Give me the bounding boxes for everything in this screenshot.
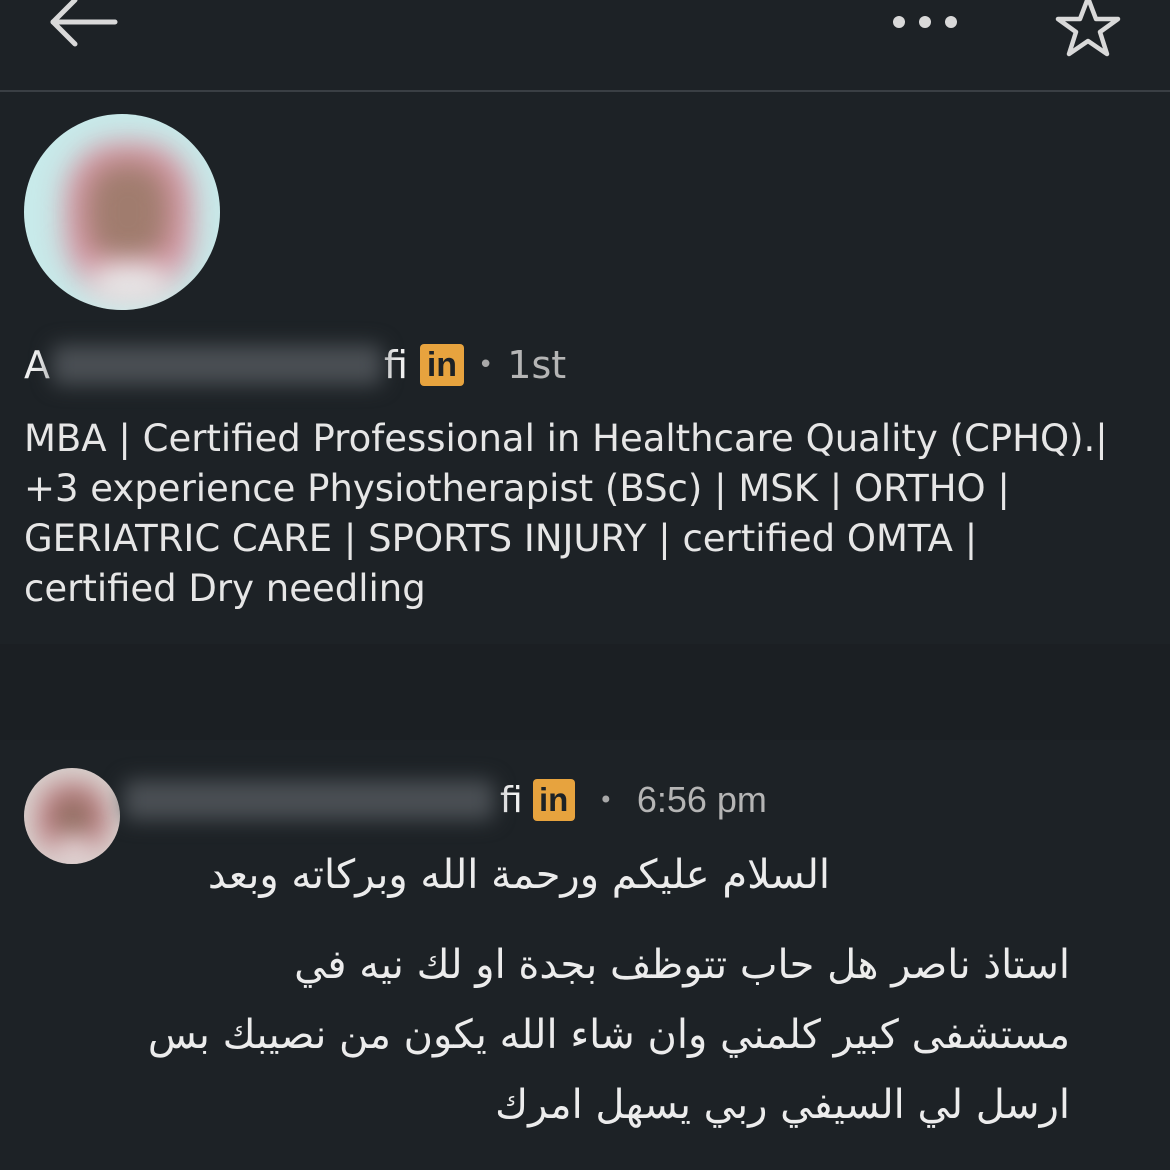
profile-headline: MBA | Certified Professional in Healthca… bbox=[24, 417, 1108, 610]
star-button[interactable] bbox=[1050, 0, 1126, 58]
redacted-name bbox=[52, 345, 382, 385]
redacted-sender-name bbox=[124, 780, 494, 820]
profile-header: A fi in • 1st MBA | Certified Profession… bbox=[0, 92, 1170, 642]
message-screen: A fi in • 1st MBA | Certified Profession… bbox=[0, 0, 1170, 1170]
section-divider bbox=[0, 644, 1170, 740]
message-header: fi in • 6:56 pm bbox=[124, 770, 767, 830]
profile-name-end[interactable]: fi bbox=[384, 343, 408, 387]
back-button[interactable] bbox=[45, 0, 125, 50]
avatar-blur-collar bbox=[90, 264, 170, 304]
linkedin-badge-icon: in bbox=[419, 344, 464, 386]
sender-name-end[interactable]: fi bbox=[500, 780, 523, 821]
message-time: 6:56 pm bbox=[636, 779, 767, 820]
message-greeting: السلام عليكم ورحمة الله وبركاته وبعد bbox=[207, 852, 830, 898]
message-body: السلام عليكم ورحمة الله وبركاته وبعد است… bbox=[140, 840, 1070, 1140]
separator-dot: • bbox=[598, 786, 613, 814]
sender-avatar[interactable] bbox=[24, 768, 120, 864]
arrow-left-icon bbox=[50, 0, 118, 47]
more-horizontal-icon bbox=[893, 16, 957, 28]
separator-dot: • bbox=[477, 350, 494, 380]
avatar-blur-face bbox=[86, 162, 170, 262]
linkedin-badge-icon: in bbox=[532, 779, 575, 821]
more-options-button[interactable] bbox=[885, 0, 965, 50]
avatar-blur-collar bbox=[52, 840, 96, 862]
connection-degree: 1st bbox=[507, 343, 567, 387]
message-text: استاذ ناصر هل حاب تتوظف بجدة او لك نيه ف… bbox=[147, 942, 1070, 1128]
top-bar bbox=[0, 0, 1170, 92]
message-item: fi in • 6:56 pm السلام عليكم ورحمة الله … bbox=[0, 740, 1170, 1170]
profile-name-start[interactable]: A bbox=[24, 343, 50, 387]
star-outline-icon bbox=[1055, 0, 1121, 57]
avatar-blur-face bbox=[52, 794, 94, 842]
profile-avatar[interactable] bbox=[24, 114, 220, 310]
profile-name-row: A fi in • 1st bbox=[24, 330, 566, 400]
